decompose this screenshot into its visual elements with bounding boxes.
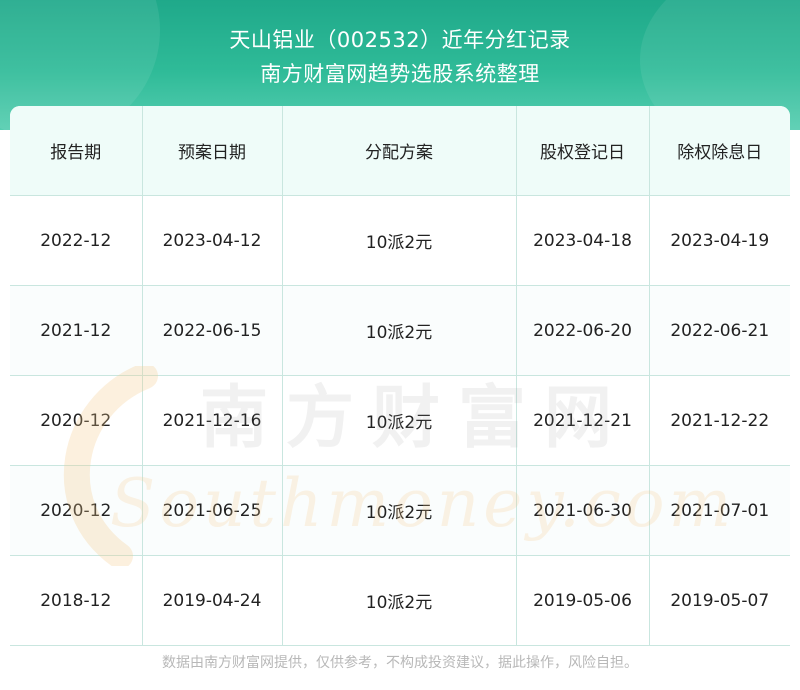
column-header-ex-dividend-date: 除权除息日 <box>649 106 790 196</box>
cell-plan-date: 2021-12-16 <box>142 375 283 466</box>
cell-record-date: 2023-04-18 <box>516 195 650 286</box>
cell-ex-dividend-date: 2023-04-19 <box>649 195 790 286</box>
cell-report-period: 2020-12 <box>10 465 143 556</box>
table-row: 2021-12 2022-06-15 10派2元 2022-06-20 2022… <box>10 285 790 376</box>
cell-ex-dividend-date: 2019-05-07 <box>649 555 790 646</box>
cell-distribution-plan: 10派2元 <box>282 195 517 286</box>
dividend-table: 报告期 预案日期 分配方案 股权登记日 除权除息日 2022-12 2023-0… <box>10 106 790 646</box>
cell-ex-dividend-date: 2021-07-01 <box>649 465 790 556</box>
cell-ex-dividend-date: 2021-12-22 <box>649 375 790 466</box>
column-header-plan-date: 预案日期 <box>142 106 283 196</box>
footer-disclaimer: 数据由南方财富网提供，仅供参考，不构成投资建议，据此操作，风险自担。 <box>162 655 638 671</box>
table-row: 2020-12 2021-12-16 10派2元 2021-12-21 2021… <box>10 375 790 466</box>
column-header-record-date: 股权登记日 <box>516 106 650 196</box>
table-row: 2018-12 2019-04-24 10派2元 2019-05-06 2019… <box>10 555 790 646</box>
table-row: 2022-12 2023-04-12 10派2元 2023-04-18 2023… <box>10 195 790 286</box>
cell-report-period: 2018-12 <box>10 555 143 646</box>
cell-ex-dividend-date: 2022-06-21 <box>649 285 790 376</box>
cell-report-period: 2020-12 <box>10 375 143 466</box>
cell-distribution-plan: 10派2元 <box>282 375 517 466</box>
cell-distribution-plan: 10派2元 <box>282 285 517 376</box>
cell-record-date: 2021-06-30 <box>516 465 650 556</box>
table-header-row: 报告期 预案日期 分配方案 股权登记日 除权除息日 <box>10 106 790 196</box>
cell-distribution-plan: 10派2元 <box>282 465 517 556</box>
cell-plan-date: 2021-06-25 <box>142 465 283 556</box>
cell-record-date: 2021-12-21 <box>516 375 650 466</box>
column-header-distribution-plan: 分配方案 <box>282 106 517 196</box>
cell-plan-date: 2023-04-12 <box>142 195 283 286</box>
cell-distribution-plan: 10派2元 <box>282 555 517 646</box>
cell-plan-date: 2022-06-15 <box>142 285 283 376</box>
cell-record-date: 2019-05-06 <box>516 555 650 646</box>
cell-report-period: 2021-12 <box>10 285 143 376</box>
page-subtitle: 南方财富网趋势选股系统整理 <box>260 62 540 86</box>
cell-record-date: 2022-06-20 <box>516 285 650 376</box>
cell-report-period: 2022-12 <box>10 195 143 286</box>
page-title: 天山铝业（002532）近年分红记录 <box>229 28 571 52</box>
column-header-report-period: 报告期 <box>10 106 143 196</box>
dividend-table-card: 报告期 预案日期 分配方案 股权登记日 除权除息日 2022-12 2023-0… <box>10 106 790 646</box>
cell-plan-date: 2019-04-24 <box>142 555 283 646</box>
table-row: 2020-12 2021-06-25 10派2元 2021-06-30 2021… <box>10 465 790 556</box>
